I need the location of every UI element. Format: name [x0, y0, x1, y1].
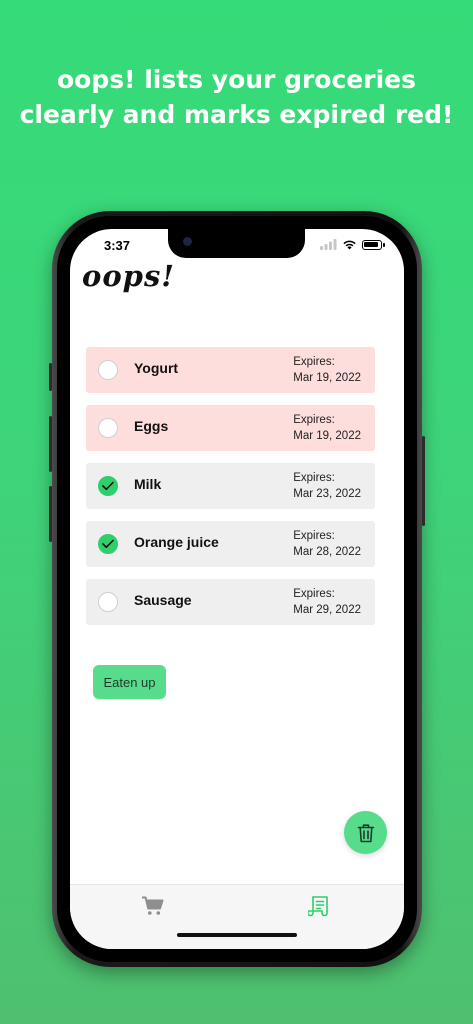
trash-icon [357, 823, 374, 842]
volume-up-button [49, 416, 52, 472]
app-screen: 3:37 oops! Yogurt Expires: Mar 19, 2022 … [70, 229, 404, 949]
item-expiry: Expires: Mar 19, 2022 [293, 354, 361, 386]
item-checkbox[interactable] [98, 360, 118, 380]
list-item[interactable]: Sausage Expires: Mar 29, 2022 [86, 579, 375, 625]
item-name: Orange juice [134, 534, 219, 550]
mute-switch [49, 363, 52, 391]
eaten-up-button[interactable]: Eaten up [93, 665, 166, 699]
phone-frame: 3:37 oops! Yogurt Expires: Mar 19, 2022 … [49, 211, 425, 967]
battery-icon [362, 239, 385, 250]
status-icons [320, 239, 385, 250]
item-name: Eggs [134, 418, 169, 434]
item-expiry: Expires: Mar 29, 2022 [293, 586, 361, 618]
power-button [422, 436, 425, 526]
item-name: Milk [134, 476, 162, 492]
expires-label: Expires: [293, 530, 335, 542]
item-expiry: Expires: Mar 28, 2022 [293, 528, 361, 560]
tab-receipt[interactable] [306, 893, 332, 919]
expires-date: Mar 19, 2022 [293, 372, 361, 384]
item-checkbox[interactable] [98, 592, 118, 612]
notch [168, 229, 305, 258]
expires-date: Mar 23, 2022 [293, 488, 361, 500]
receipt-icon [308, 896, 328, 917]
promo-headline-line-2: clearly and marks expired red! [19, 100, 454, 129]
item-checkbox[interactable] [98, 534, 118, 554]
promo-headline: oops! lists your groceries clearly and m… [0, 62, 473, 132]
list-item[interactable]: Eggs Expires: Mar 19, 2022 [86, 405, 375, 451]
item-checkbox[interactable] [98, 476, 118, 496]
cart-icon [142, 896, 164, 915]
item-checkbox[interactable] [98, 418, 118, 438]
checkmark-icon [102, 481, 114, 491]
list-item[interactable]: Orange juice Expires: Mar 28, 2022 [86, 521, 375, 567]
delete-fab[interactable] [344, 811, 387, 854]
expires-label: Expires: [293, 356, 335, 368]
promo-headline-line-1: oops! lists your groceries [57, 65, 416, 94]
item-expiry: Expires: Mar 23, 2022 [293, 470, 361, 502]
expires-label: Expires: [293, 588, 335, 600]
tab-groceries[interactable] [140, 893, 166, 919]
checkmark-icon [102, 539, 114, 549]
home-indicator [177, 933, 297, 937]
list-item[interactable]: Milk Expires: Mar 23, 2022 [86, 463, 375, 509]
item-expiry: Expires: Mar 19, 2022 [293, 412, 361, 444]
camera-icon [183, 237, 192, 246]
app-title: oops! [82, 259, 176, 293]
expires-label: Expires: [293, 472, 335, 484]
expires-date: Mar 19, 2022 [293, 430, 361, 442]
list-item[interactable]: Yogurt Expires: Mar 19, 2022 [86, 347, 375, 393]
item-name: Yogurt [134, 360, 179, 376]
grocery-list: Yogurt Expires: Mar 19, 2022 Eggs Expire… [86, 347, 375, 637]
wifi-icon [343, 240, 356, 250]
volume-down-button [49, 486, 52, 542]
expires-date: Mar 29, 2022 [293, 604, 361, 616]
item-name: Sausage [134, 592, 192, 608]
status-time: 3:37 [104, 238, 131, 253]
tab-bar [70, 884, 404, 949]
expires-date: Mar 28, 2022 [293, 546, 361, 558]
expires-label: Expires: [293, 414, 335, 426]
signal-icon [320, 239, 337, 250]
